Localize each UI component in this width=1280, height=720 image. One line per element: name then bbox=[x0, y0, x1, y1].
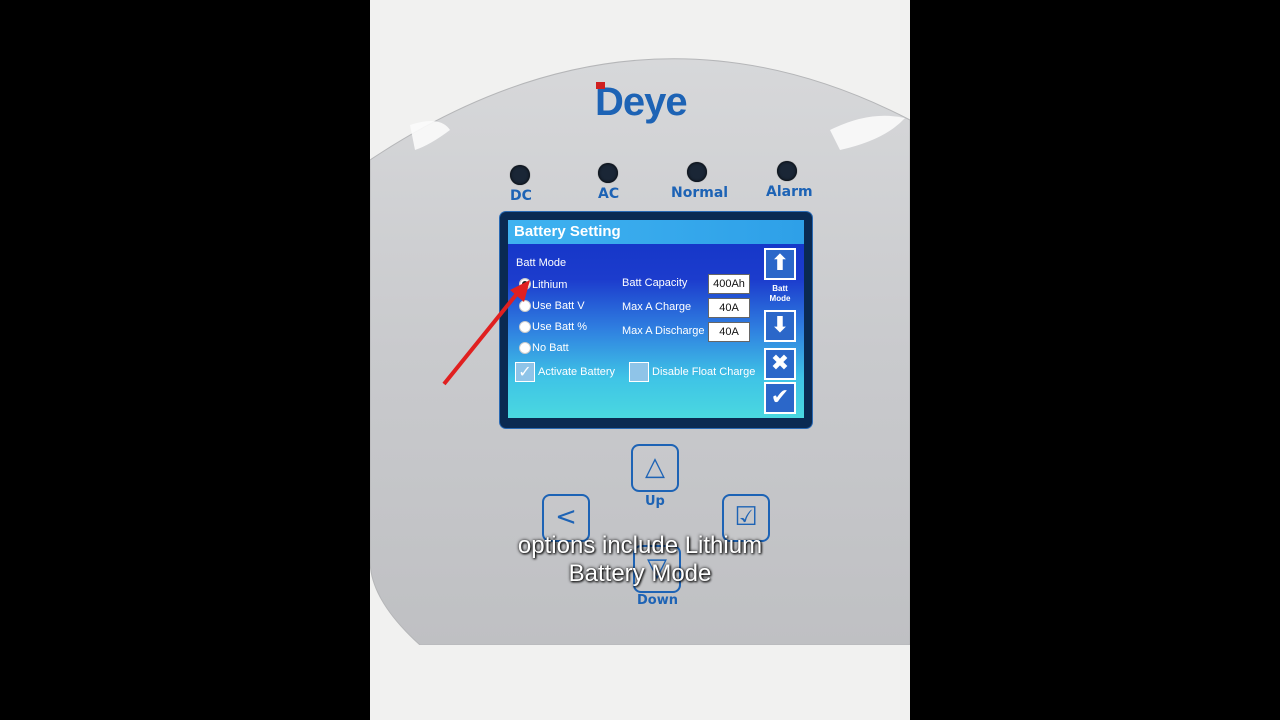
max-a-discharge-label: Max A Discharge bbox=[622, 325, 705, 337]
dc-led-label: DC bbox=[510, 188, 532, 204]
dc-led bbox=[510, 165, 530, 185]
deye-logo: Deye bbox=[595, 80, 688, 124]
radio-use-batt-percent-label: Use Batt % bbox=[532, 321, 588, 333]
subtitle-caption: options include Lithium Battery Mode bbox=[370, 532, 910, 588]
alarm-led bbox=[777, 161, 797, 181]
cancel-button[interactable]: ✖ bbox=[764, 348, 796, 380]
triangle-up-icon: △ bbox=[645, 452, 665, 482]
chevron-left-icon: < bbox=[555, 502, 577, 532]
batt-mode-side-label: Batt Mode bbox=[769, 284, 791, 303]
arrow-up-icon: ⬆ bbox=[770, 251, 790, 276]
disable-float-charge-label: Disable Float Charge bbox=[652, 366, 756, 378]
confirm-button[interactable]: ✔ bbox=[764, 382, 796, 414]
check-icon: ✔ bbox=[770, 385, 790, 410]
ac-led bbox=[598, 163, 618, 183]
normal-led-label: Normal bbox=[671, 185, 729, 201]
up-key-label: Up bbox=[645, 494, 665, 509]
page-up-button[interactable]: ⬆ bbox=[764, 248, 796, 280]
lcd-bezel: Battery Setting Batt Mode Lithium Use Ba… bbox=[500, 212, 812, 428]
max-a-charge-value[interactable]: 40A bbox=[708, 298, 750, 318]
annotation-arrow bbox=[442, 280, 530, 386]
batt-capacity-label: Batt Capacity bbox=[622, 277, 688, 289]
activate-battery-label: Activate Battery bbox=[538, 366, 616, 378]
alarm-led-label: Alarm bbox=[766, 184, 813, 200]
close-icon: ✖ bbox=[770, 351, 790, 376]
disable-float-charge-checkbox[interactable] bbox=[629, 362, 649, 382]
down-key-label: Down bbox=[637, 593, 678, 608]
normal-led bbox=[687, 162, 707, 182]
page-down-button[interactable]: ⬇ bbox=[764, 310, 796, 342]
caption-line-1: options include Lithium bbox=[517, 532, 763, 559]
batt-capacity-value[interactable]: 400Ah bbox=[708, 274, 750, 294]
batt-mode-heading: Batt Mode bbox=[516, 257, 567, 269]
arrow-down-icon: ⬇ bbox=[770, 313, 790, 338]
lcd-title: Battery Setting bbox=[508, 220, 804, 244]
lcd-screen: Battery Setting Batt Mode Lithium Use Ba… bbox=[508, 220, 804, 418]
up-key[interactable]: △ bbox=[631, 444, 679, 492]
check-box-icon: ☑ bbox=[734, 502, 758, 532]
ac-led-label: AC bbox=[598, 186, 620, 202]
caption-line-2: Battery Mode bbox=[568, 560, 712, 587]
max-a-charge-label: Max A Charge bbox=[622, 301, 692, 313]
max-a-discharge-value[interactable]: 40A bbox=[708, 322, 750, 342]
video-frame: Deye DC AC Normal Alarm Battery Setting … bbox=[370, 0, 910, 720]
